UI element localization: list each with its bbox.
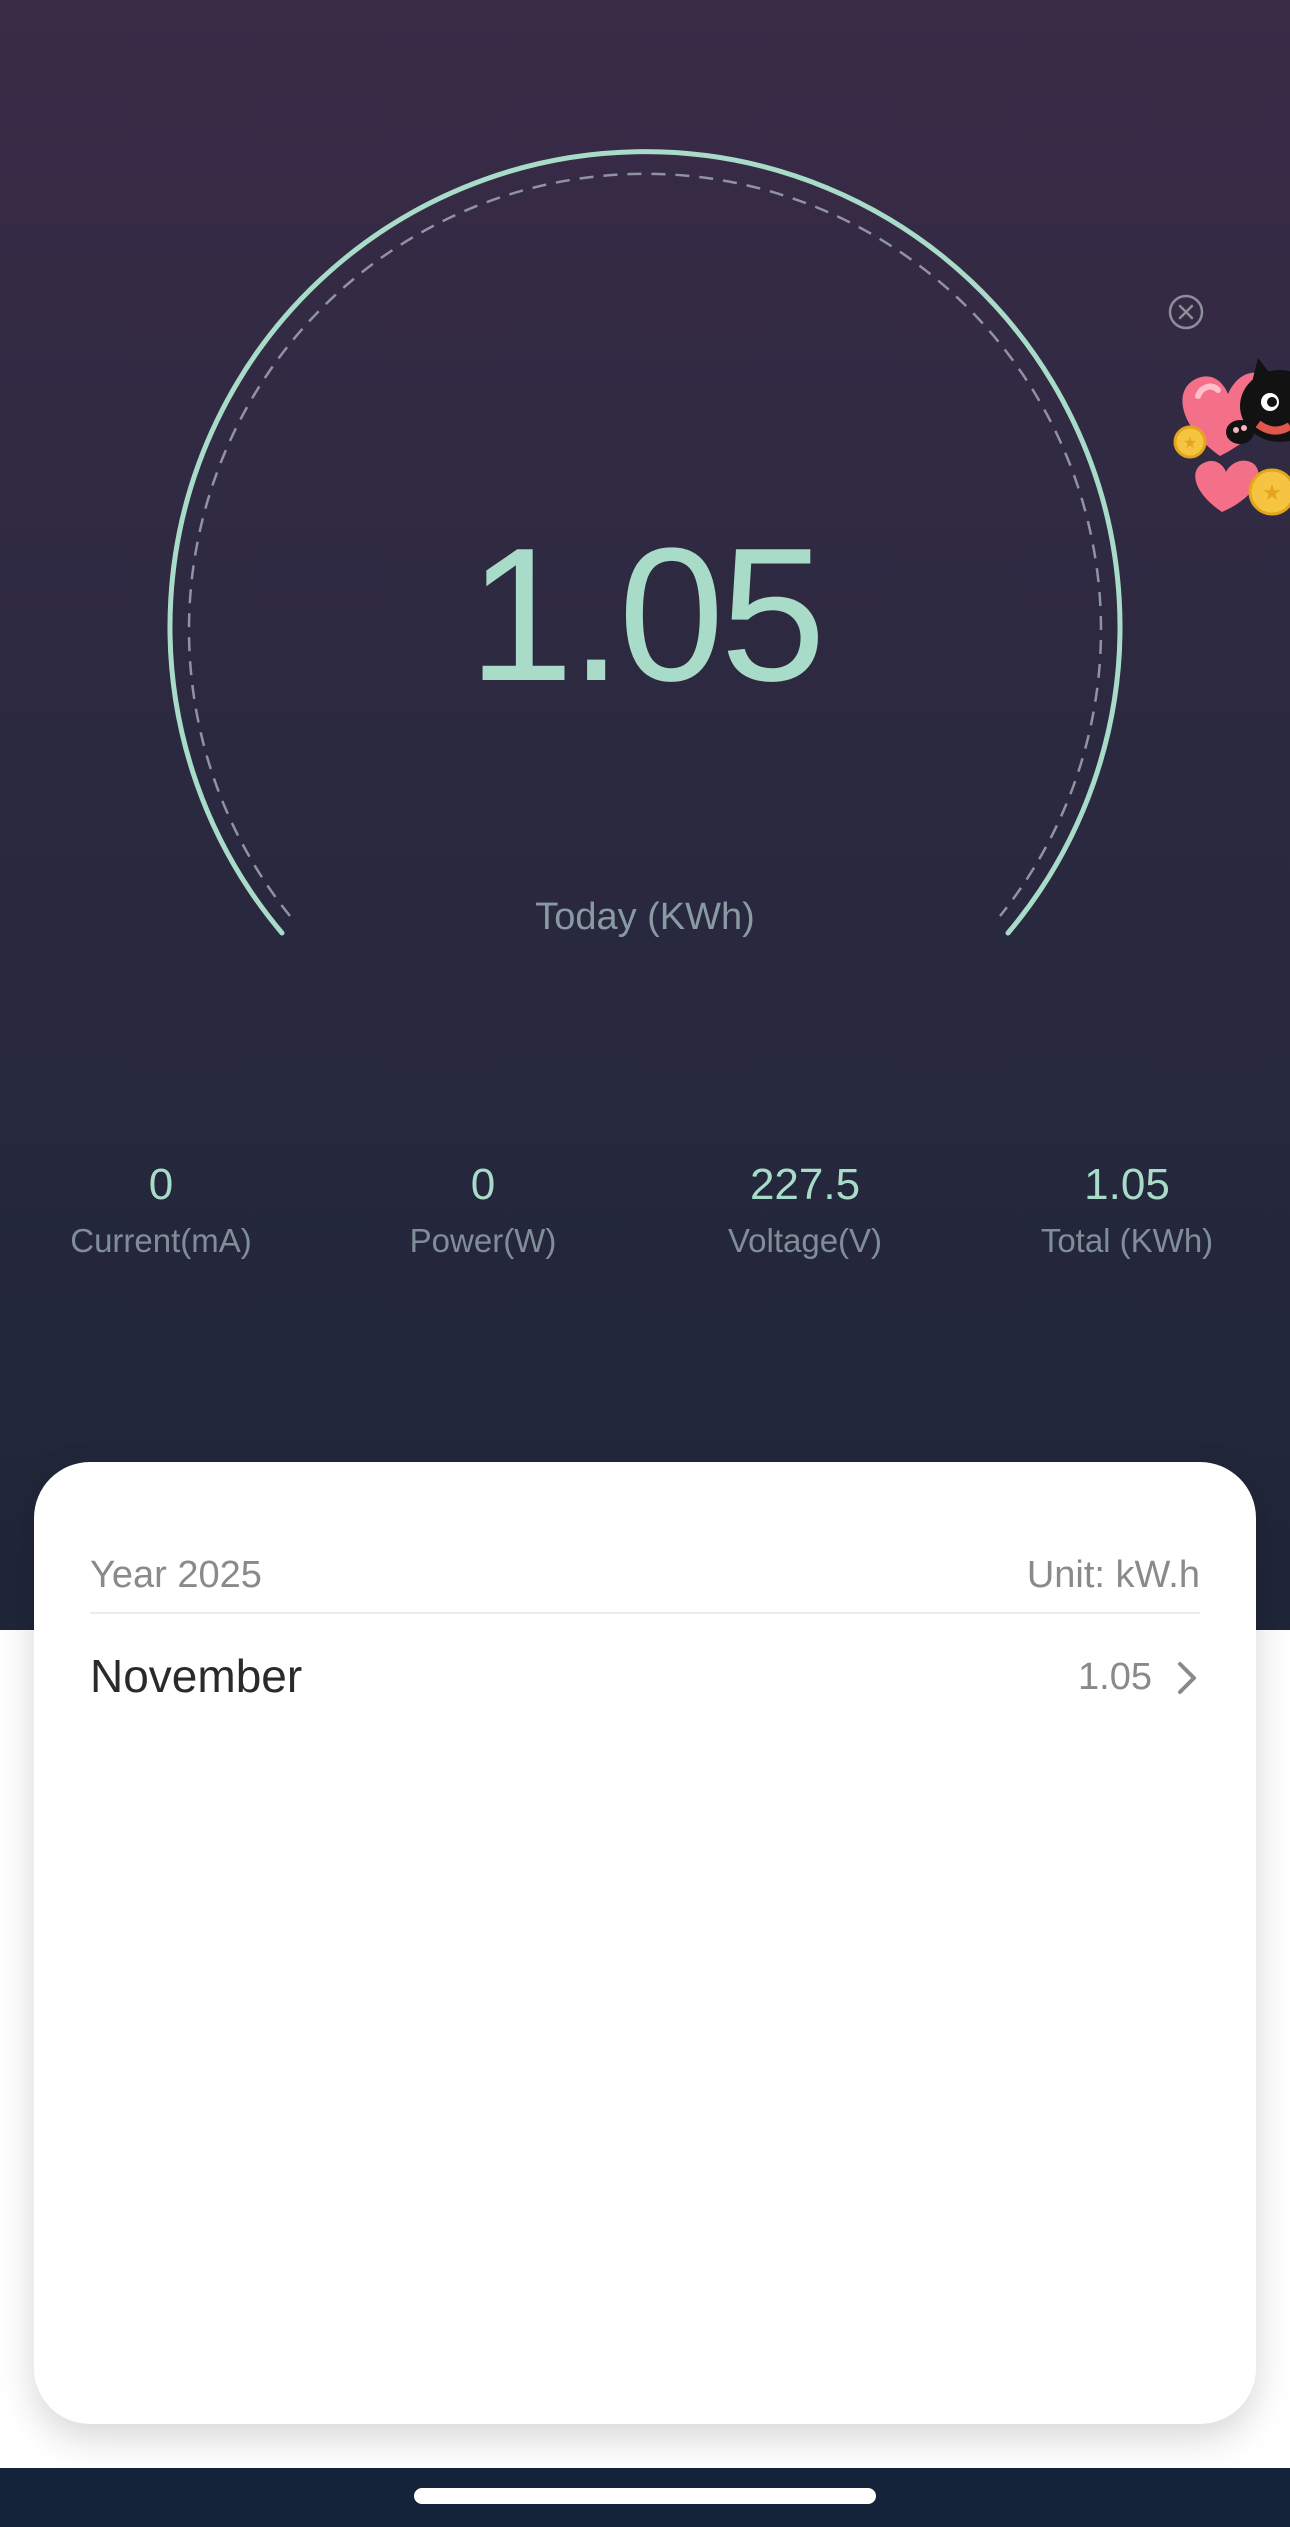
month-value: 1.05	[1078, 1656, 1152, 1698]
energy-gauge: 1.05 Today (KWh)	[0, 0, 1290, 1000]
voltage-value: 227.5	[749, 1160, 861, 1209]
unit-label: Unit: kW.h	[1026, 1554, 1200, 1596]
cat-mascot-icon: ★ ★	[1173, 358, 1290, 516]
home-indicator[interactable]	[414, 2488, 876, 2504]
today-energy-label: Today (KWh)	[535, 896, 755, 938]
stats-row: 0 Current(mA) 0 Power(W) 227.5 Voltage(V…	[0, 1160, 1290, 1280]
close-promo-button[interactable]	[1168, 294, 1204, 330]
year-label: Year 2025	[90, 1554, 262, 1596]
month-row-november[interactable]: November 1.05	[90, 1648, 1200, 1712]
power-value: 0	[470, 1160, 496, 1209]
chevron-right-icon	[1178, 1662, 1196, 1694]
promo-mascot-banner[interactable]: ★ ★	[1168, 336, 1290, 526]
card-header: Year 2025 Unit: kW.h	[90, 1552, 1200, 1614]
stat-total: 1.05 Total (KWh)	[966, 1160, 1288, 1260]
close-circle-icon	[1168, 294, 1204, 330]
svg-text:★: ★	[1262, 481, 1282, 506]
history-card: Year 2025 Unit: kW.h November 1.05	[34, 1462, 1256, 2424]
current-label: Current(mA)	[70, 1222, 252, 1259]
current-value: 0	[148, 1160, 174, 1209]
stat-current: 0 Current(mA)	[0, 1160, 322, 1260]
bottom-bar	[0, 2468, 1290, 2527]
voltage-label: Voltage(V)	[727, 1222, 883, 1259]
today-energy-value: 1.05	[468, 509, 826, 721]
stat-voltage: 227.5 Voltage(V)	[644, 1160, 966, 1260]
total-label: Total (KWh)	[1040, 1222, 1214, 1259]
stat-power: 0 Power(W)	[322, 1160, 644, 1260]
power-label: Power(W)	[409, 1222, 557, 1259]
svg-text:★: ★	[1183, 433, 1197, 452]
gauge-arc	[167, 149, 1123, 936]
total-value: 1.05	[1084, 1160, 1170, 1209]
month-name: November	[90, 1650, 303, 1702]
